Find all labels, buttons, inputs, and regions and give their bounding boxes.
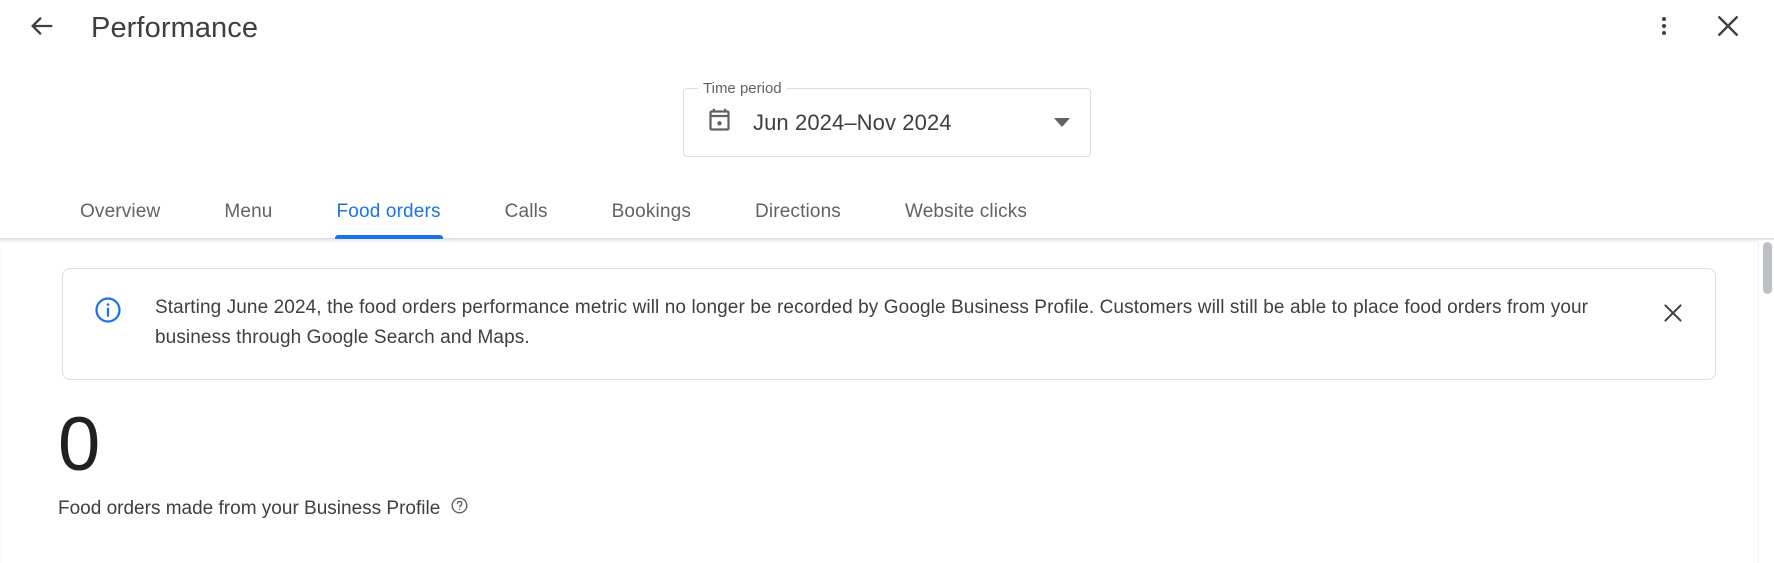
info-icon xyxy=(93,295,123,330)
time-period-label: Time period xyxy=(698,80,787,98)
metric-caption-label: Food orders made from your Business Prof… xyxy=(58,497,441,519)
time-period-value: Jun 2024–Nov 2024 xyxy=(753,109,952,135)
arrow-back-icon xyxy=(28,12,56,45)
tab-website-clicks[interactable]: Website clicks xyxy=(905,201,1027,239)
chevron-down-icon[interactable] xyxy=(1054,118,1070,127)
info-banner-dismiss-button[interactable] xyxy=(1653,295,1693,335)
tab-directions[interactable]: Directions xyxy=(755,201,841,239)
back-button[interactable] xyxy=(18,4,66,52)
app-header: Performance xyxy=(0,0,1774,56)
close-icon xyxy=(1713,11,1743,46)
metric-value: 0 xyxy=(58,402,101,487)
info-banner: Starting June 2024, the food orders perf… xyxy=(62,268,1716,380)
tab-calls[interactable]: Calls xyxy=(505,201,548,239)
info-banner-text: Starting June 2024, the food orders perf… xyxy=(155,297,1589,348)
close-window-button[interactable] xyxy=(1704,4,1752,52)
more-vert-icon xyxy=(1652,14,1676,43)
tab-bookings[interactable]: Bookings xyxy=(612,201,691,239)
tab-menu[interactable]: Menu xyxy=(224,201,272,239)
time-period-select[interactable]: Time period Jun 2024–Nov 2024 xyxy=(683,80,1091,157)
overflow-menu-button[interactable] xyxy=(1640,4,1688,52)
vertical-scrollbar[interactable] xyxy=(1758,240,1774,563)
content-scroll-area[interactable]: Starting June 2024, the food orders perf… xyxy=(0,239,1774,563)
close-icon xyxy=(1660,300,1686,331)
time-period-section: Time period Jun 2024–Nov 2024 xyxy=(0,80,1774,157)
help-outline-icon[interactable] xyxy=(450,496,469,521)
tab-overview[interactable]: Overview xyxy=(80,201,160,239)
metric-caption-row: Food orders made from your Business Prof… xyxy=(58,496,1774,521)
calendar-icon xyxy=(706,107,733,139)
header-actions xyxy=(1640,4,1752,52)
scrollbar-thumb[interactable] xyxy=(1763,242,1772,294)
tab-bar: Overview Menu Food orders Calls Bookings… xyxy=(0,185,1774,239)
page-title: Performance xyxy=(91,11,259,44)
food-orders-metric: 0 Food orders made from your Business Pr… xyxy=(0,380,1774,521)
tab-food-orders[interactable]: Food orders xyxy=(334,201,443,239)
